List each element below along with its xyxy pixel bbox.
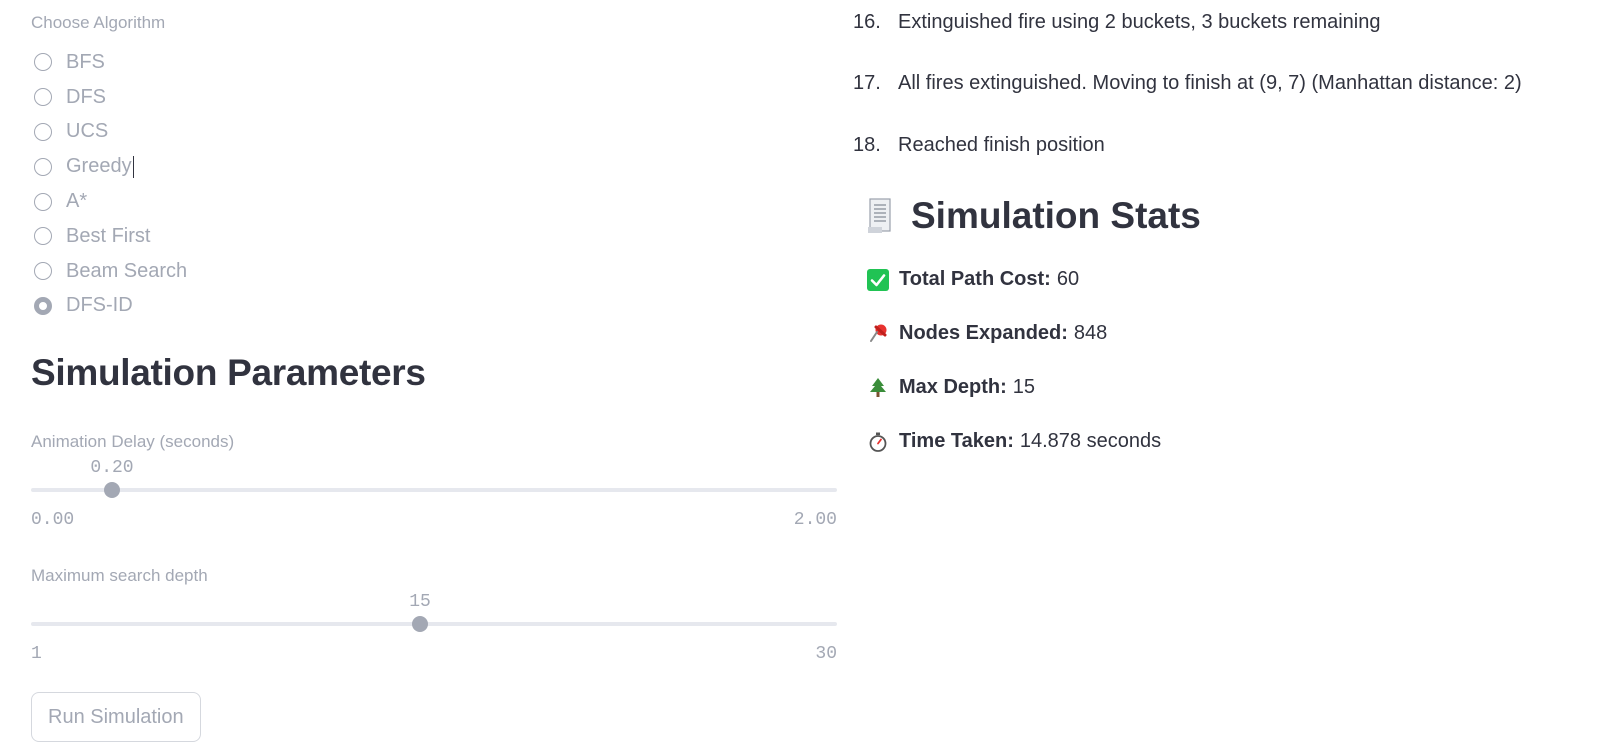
stat-time-taken: Time Taken: 14.878 seconds [867, 430, 1161, 453]
algorithm-label: Choose Algorithm [31, 13, 166, 32]
slider-max-label: 30 [815, 644, 837, 664]
list-text: Reached finish position [898, 134, 1105, 156]
stat-value: 15 [1012, 376, 1036, 398]
list-number: 16. [853, 11, 881, 33]
algorithm-radio-group: BFS DFS UCS Greedy A* Best First Beam Se… [31, 45, 187, 323]
text-cursor [132, 155, 135, 178]
radio-option-ucs[interactable]: UCS [31, 115, 187, 150]
stat-key: Nodes Expanded: [899, 322, 1068, 344]
list-number: 18. [853, 134, 881, 156]
radio-button[interactable] [34, 262, 52, 281]
radio-button[interactable] [34, 53, 52, 72]
radio-label: Greedy [66, 155, 132, 178]
stats-heading: Simulation Stats [867, 195, 1201, 237]
stat-value: 14.878 seconds [1019, 430, 1162, 452]
section-heading: Simulation Parameters [31, 352, 426, 393]
radio-label: UCS [66, 120, 109, 143]
run-simulation-button[interactable]: Run Simulation [31, 692, 201, 742]
radio-option-greedy[interactable]: Greedy [31, 149, 187, 184]
radio-option-dfs[interactable]: DFS [31, 80, 187, 115]
stat-value: 60 [1056, 268, 1080, 290]
delay-slider-label: Animation Delay (seconds) [31, 432, 235, 451]
depth-slider-label: Maximum search depth [31, 566, 208, 585]
stats-title: Simulation Stats [911, 195, 1201, 236]
radio-label: BFS [66, 50, 105, 73]
stopwatch-icon [867, 431, 889, 453]
radio-button[interactable] [34, 227, 52, 246]
list-text: All fires extinguished. Moving to finish… [898, 72, 1522, 94]
radio-label: DFS-ID [66, 294, 133, 317]
stat-total-path-cost: Total Path Cost: 60 [867, 268, 1079, 291]
stat-nodes-expanded: Nodes Expanded: 848 [867, 322, 1107, 345]
list-text: Extinguished fire using 2 buckets, 3 buc… [898, 11, 1381, 33]
receipt-icon [868, 198, 891, 233]
radio-option-astar[interactable]: A* [31, 184, 187, 219]
slider-min-label: 1 [31, 644, 42, 664]
stat-max-depth: Max Depth: 15 [867, 376, 1035, 399]
stat-value: 848 [1073, 322, 1108, 344]
radio-button[interactable] [34, 192, 52, 211]
tree-icon [867, 377, 889, 399]
radio-option-bfs[interactable]: BFS [31, 45, 187, 80]
radio-button[interactable] [34, 157, 52, 176]
list-item: 18. Reached finish position [853, 134, 1105, 157]
slider-thumb[interactable] [412, 616, 428, 632]
slider-thumb[interactable] [104, 482, 120, 498]
radio-option-best-first[interactable]: Best First [31, 219, 187, 254]
radio-label: Beam Search [66, 259, 188, 282]
list-number: 17. [853, 72, 881, 94]
pushpin-icon [867, 323, 889, 345]
radio-button-selected[interactable] [34, 296, 52, 315]
radio-option-dfs-id[interactable]: DFS-ID [31, 289, 187, 324]
slider-value: 15 [409, 592, 431, 612]
slider-track[interactable] [31, 488, 837, 492]
delay-slider: Animation Delay (seconds) 0.20 0.00 2.00 [31, 432, 837, 532]
radio-option-beam-search[interactable]: Beam Search [31, 254, 187, 289]
check-box-icon [867, 268, 889, 291]
slider-track[interactable] [31, 622, 837, 626]
stat-key: Total Path Cost: [899, 268, 1051, 290]
stat-key: Max Depth: [899, 376, 1007, 398]
slider-max-label: 2.00 [793, 510, 837, 530]
radio-label: DFS [66, 85, 106, 108]
depth-slider: Maximum search depth 15 1 30 [31, 566, 837, 666]
radio-button[interactable] [34, 88, 52, 107]
list-item: 16. Extinguished fire using 2 buckets, 3… [853, 11, 1381, 34]
radio-button[interactable] [34, 122, 52, 141]
slider-min-label: 0.00 [31, 510, 75, 530]
radio-label: Best First [66, 224, 151, 247]
list-item: 17. All fires extinguished. Moving to fi… [853, 72, 1522, 95]
radio-label: A* [66, 190, 88, 213]
stat-key: Time Taken: [899, 430, 1014, 452]
slider-value: 0.20 [90, 458, 134, 478]
